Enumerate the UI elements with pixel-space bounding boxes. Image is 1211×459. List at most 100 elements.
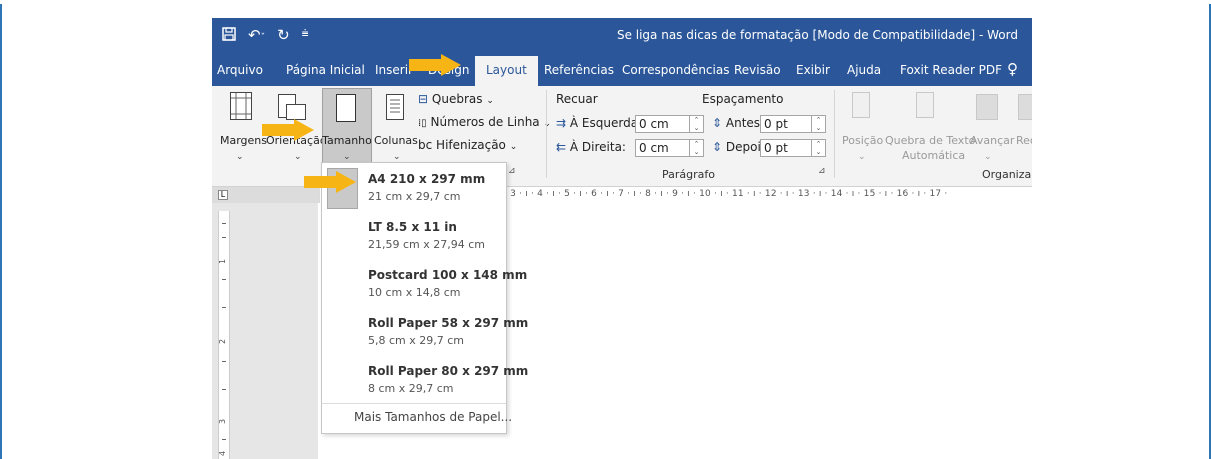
line-numbers-button[interactable]: ⁞▯ Números de Linha ⌄ — [418, 115, 551, 129]
indent-right-input[interactable]: 0 cm — [635, 139, 690, 157]
quick-access-toolbar: ↶ˇ ↻ ⩧ — [222, 26, 309, 46]
bring-forward-icon — [976, 94, 998, 120]
dialog-launcher-icon[interactable]: ⊿ — [508, 166, 516, 176]
dialog-launcher-icon[interactable]: ⊿ — [818, 166, 826, 176]
ruler-tick — [222, 223, 226, 224]
indent-right-icon: ⇇ — [556, 140, 567, 154]
word-window: ↶ˇ ↻ ⩧ Se liga nas dicas de formatação [… — [212, 18, 1032, 459]
page-thumbnail-icon — [327, 216, 358, 257]
bring-forward-button[interactable]: Avançar — [970, 134, 1014, 147]
spacing-after-spinner[interactable]: ⌃ ⌄ — [812, 139, 826, 157]
document-title: Se liga nas dicas de formatação [Modo de… — [616, 28, 1018, 42]
spacing-before-label: ⇕ Antes: — [712, 116, 765, 130]
indent-heading: Recuar — [556, 92, 598, 106]
ribbon-tabs: Arquivo Página Inicial Inserir Design La… — [212, 54, 1032, 86]
chevron-down-icon: ⌄ — [236, 152, 244, 162]
lightbulb-icon[interactable]: ♀ — [1007, 60, 1018, 78]
chevron-down-icon: ⌄ — [984, 152, 992, 162]
tab-selector[interactable]: L — [218, 190, 228, 200]
ruler-number: 4 — [218, 450, 228, 457]
size-option-letter[interactable]: LT 8.5 x 11 in 21,59 cm x 27,94 cm — [322, 213, 506, 261]
ruler-tick — [222, 439, 226, 440]
spacing-after-input[interactable]: 0 pt — [760, 139, 812, 157]
more-paper-sizes-item[interactable]: Mais Tamanhos de Papel... — [322, 403, 512, 432]
position-button[interactable]: Posição — [842, 134, 883, 147]
chevron-down-icon: ⌄ — [294, 152, 302, 162]
ruler-number: 2 — [218, 338, 228, 345]
chevron-down-icon: ⌄ — [393, 152, 401, 162]
tab-pagina-inicial[interactable]: Página Inicial — [286, 63, 365, 77]
size-button[interactable]: Tamanho — [322, 134, 372, 147]
size-option-roll-80[interactable]: Roll Paper 80 x 297 mm 8 cm x 29,7 cm — [322, 357, 528, 405]
page-thumbnail-icon — [327, 360, 358, 401]
size-dropdown-menu: A4 210 x 297 mm 21 cm x 29,7 cm LT 8.5 x… — [321, 162, 528, 434]
columns-icon — [386, 94, 404, 120]
line-numbers-icon: ⁞▯ — [418, 118, 427, 129]
ruler-tick — [222, 237, 226, 238]
spacing-after-icon: ⇕ — [712, 140, 723, 154]
tab-correspondencias[interactable]: Correspondências — [622, 63, 729, 77]
ruler-tick — [222, 389, 226, 390]
chevron-down-icon: ⌄ — [509, 142, 518, 152]
tab-exibir[interactable]: Exibir — [796, 63, 830, 77]
arrow-annotation-icon — [409, 54, 461, 76]
vertical-ruler[interactable]: 1 2 3 4 — [218, 211, 230, 459]
customize-qat-icon[interactable]: ⩧ — [302, 26, 309, 46]
ruler-tick — [222, 361, 226, 362]
orientation-icon-landscape — [286, 104, 306, 120]
wrap-text-button-line2: Automática — [902, 149, 966, 162]
group-separator — [834, 90, 835, 178]
spacing-before-spinner[interactable]: ⌃ ⌄ — [812, 115, 826, 133]
tab-revisao[interactable]: Revisão — [734, 63, 781, 77]
send-backward-button[interactable]: Rec — [1016, 134, 1032, 147]
position-icon — [852, 92, 870, 118]
ruler-numbers: · 3 · ı · 4 · ı · 5 · ı · 6 · ı · 7 · ı … — [504, 189, 948, 199]
title-bar: ↶ˇ ↻ ⩧ Se liga nas dicas de formatação [… — [212, 18, 1032, 54]
hyphenation-button[interactable]: bc Hifenização ⌄ — [418, 138, 517, 152]
undo-icon[interactable]: ↶ˇ — [248, 26, 265, 46]
page-thumbnail-icon — [327, 264, 358, 305]
spacing-before-icon: ⇕ — [712, 116, 723, 130]
tab-arquivo[interactable]: Arquivo — [217, 63, 263, 77]
size-option-roll-58[interactable]: Roll Paper 58 x 297 mm 5,8 cm x 29,7 cm — [322, 309, 528, 357]
ruler-number: 3 — [218, 418, 228, 425]
page-thumbnail-icon — [327, 312, 358, 353]
chevron-down-icon: ⌄ — [486, 96, 494, 106]
tab-referencias[interactable]: Referências — [544, 63, 614, 77]
breaks-button[interactable]: ⊟ Quebras ⌄ — [418, 92, 494, 106]
wrap-text-icon — [916, 92, 934, 118]
redo-icon[interactable]: ↻ — [277, 26, 290, 46]
indent-left-spinner[interactable]: ⌃ ⌄ — [690, 115, 704, 133]
spacing-before-input[interactable]: 0 pt — [760, 115, 812, 133]
arrow-annotation-icon — [304, 171, 356, 193]
save-icon[interactable] — [222, 26, 236, 46]
wrap-text-button[interactable]: Quebra de Texto — [885, 134, 975, 147]
indent-left-label: ⇉ À Esquerda: — [556, 116, 643, 130]
tab-inserir[interactable]: Inserir — [375, 63, 413, 77]
margins-button[interactable]: Margens — [220, 134, 267, 147]
paragraph-group-label: Parágrafo — [662, 168, 715, 181]
ruler-number: 1 — [218, 258, 228, 265]
breaks-icon: ⊟ — [418, 92, 429, 106]
chevron-down-icon: ⌄ — [343, 152, 351, 162]
arrange-group-label: Organizar — [982, 168, 1032, 181]
send-backward-icon — [1018, 94, 1032, 120]
arrow-annotation-icon — [262, 119, 314, 141]
ruler-tick — [222, 307, 226, 308]
indent-right-label: ⇇ À Direita: — [556, 140, 626, 154]
top-border-gap — [0, 0, 1211, 4]
indent-left-icon: ⇉ — [556, 116, 567, 130]
tab-ajuda[interactable]: Ajuda — [847, 63, 881, 77]
size-option-postcard[interactable]: Postcard 100 x 148 mm 10 cm x 14,8 cm — [322, 261, 527, 309]
hyphenation-icon: bc — [418, 138, 433, 152]
ruler-tick — [222, 279, 226, 280]
chevron-down-icon: ⌄ — [543, 119, 552, 129]
margins-icon — [230, 92, 252, 120]
chevron-down-icon: ⌄ — [858, 152, 866, 162]
columns-button[interactable]: Colunas — [374, 134, 418, 147]
tab-foxit-reader-pdf[interactable]: Foxit Reader PDF — [900, 63, 1002, 77]
group-separator — [546, 90, 547, 178]
indent-right-spinner[interactable]: ⌃ ⌄ — [690, 139, 704, 157]
indent-left-input[interactable]: 0 cm — [635, 115, 690, 133]
tab-layout[interactable]: Layout — [475, 56, 538, 86]
